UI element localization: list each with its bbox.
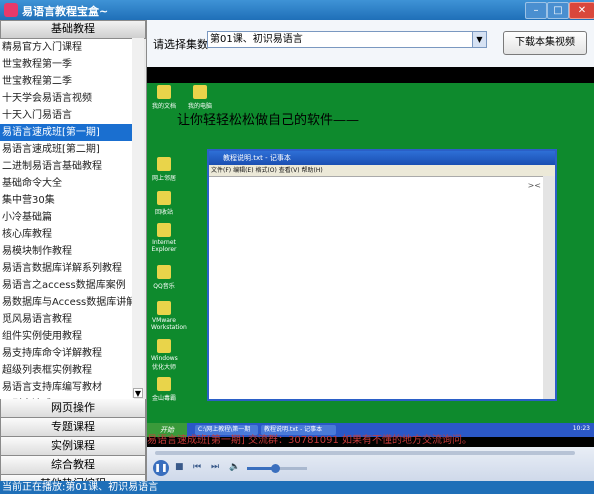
vm-icon (157, 301, 171, 315)
course-list-item[interactable]: 精易官方入门课程 (0, 39, 134, 56)
desktop-icon: VMware Workstation (151, 301, 187, 331)
course-sidebar: 基础教程 精易官方入门课程 世宝教程第一季 世宝教程第二季 十天学会易语言视频 十天入门… (0, 20, 147, 494)
video-slogan: 让你轻轻松松做自己的软件—— (177, 113, 360, 128)
close-icon: >< (527, 181, 541, 190)
episode-toolbar: 请选择集数 第01课、初识易语言 ▼ 下载本集视频 (147, 20, 594, 67)
course-list-item[interactable]: 易语言速成班[第一期] (0, 124, 134, 141)
course-list-item[interactable]: 易数据库与Access数据库讲解课程 (0, 294, 134, 311)
course-list-item[interactable]: 易支持库命令详解教程 (0, 345, 134, 362)
download-episode-button[interactable]: 下载本集视频 (503, 31, 587, 55)
course-list-item[interactable]: 核心库教程 (0, 226, 134, 243)
course-list-scrollbar[interactable]: ▼ (132, 38, 144, 398)
music-icon (157, 265, 171, 279)
volume-knob[interactable] (271, 464, 280, 473)
course-list-item[interactable]: 正则表达式 (0, 396, 134, 399)
close-button[interactable]: ✕ (569, 2, 594, 19)
course-list-item[interactable]: 基础命令大全 (0, 175, 134, 192)
notepad-body (209, 176, 543, 399)
window-title: 易语言教程宝盒~ (22, 5, 109, 18)
volume-slider[interactable] (247, 464, 307, 473)
course-list-item[interactable]: 易模块制作教程 (0, 243, 134, 260)
course-list-item[interactable]: 易语言数据库详解系列教程 (0, 260, 134, 277)
category-header-basic[interactable]: 基础教程 (0, 20, 146, 39)
computer-icon (193, 85, 207, 99)
recycle-bin-icon (157, 191, 171, 205)
scroll-down-icon[interactable]: ▼ (133, 388, 143, 398)
category-comprehensive[interactable]: 综合教程 (0, 456, 146, 475)
category-special[interactable]: 专题课程 (0, 418, 146, 437)
player-controls: ❚❚ ■ ⏮ ⏭ 🔈 (147, 447, 594, 481)
category-web[interactable]: 网页操作 (0, 399, 146, 418)
course-list-item[interactable]: 世宝教程第一季 (0, 56, 134, 73)
play-pause-button[interactable]: ❚❚ (153, 460, 169, 476)
seek-bar[interactable] (155, 451, 575, 455)
desktop-icon: 我的文档 (151, 85, 177, 110)
notepad-menu: 文件(F) 编辑(E) 格式(O) 查看(V) 帮助(H) (209, 165, 555, 176)
minimize-button[interactable]: – (525, 2, 547, 19)
episode-select-label: 请选择集数 (153, 38, 208, 51)
title-bar: 易语言教程宝盒~ – □ ✕ (0, 0, 594, 20)
notepad-scrollbar (543, 176, 555, 399)
course-list-item[interactable]: 组件实例使用教程 (0, 328, 134, 345)
folder-icon (157, 85, 171, 99)
course-list-item[interactable]: 十天学会易语言视频 (0, 90, 134, 107)
restore-button[interactable]: □ (547, 2, 569, 19)
category-examples[interactable]: 实例课程 (0, 437, 146, 456)
browser-icon (157, 223, 171, 237)
desktop-icon: 金山毒霸 (151, 377, 177, 402)
desktop-icon: 网上邻居 (151, 157, 177, 182)
status-bar: 当前正在播放:第01课、初识易语言 (0, 481, 594, 494)
optimizer-icon (157, 339, 171, 353)
desktop-icon: 我的电脑 (187, 85, 213, 110)
course-list-item[interactable]: 易语言速成班[第二期] (0, 141, 134, 158)
volume-fill (247, 467, 274, 470)
next-icon[interactable]: ⏭ (211, 462, 219, 472)
volume-icon[interactable]: 🔈 (229, 462, 240, 472)
network-icon (157, 157, 171, 171)
stop-icon[interactable]: ■ (175, 462, 184, 472)
desktop-icon: Internet Explorer (151, 223, 177, 253)
course-list-item[interactable]: 十天入门易语言 (0, 107, 134, 124)
course-list-item[interactable]: 二进制易语言基础教程 (0, 158, 134, 175)
course-list-item[interactable]: 超级列表框实例教程 (0, 362, 134, 379)
course-list-item[interactable]: 易语言之access数据库案例 (0, 277, 134, 294)
chevron-down-icon[interactable]: ▼ (472, 32, 486, 47)
prev-icon[interactable]: ⏮ (193, 462, 201, 472)
course-list-item[interactable]: 集中营30集 (0, 192, 134, 209)
course-list: 精易官方入门课程 世宝教程第一季 世宝教程第二季 十天学会易语言视频 十天入门易语言 易语… (0, 39, 146, 399)
antivirus-icon (157, 377, 171, 391)
episode-select-value: 第01课、初识易语言 (210, 34, 303, 45)
video-subtitle: 易语言速成班[第一期] 交流群：30781091 如果有不懂的地方交流询问。 (147, 435, 473, 446)
video-player[interactable]: 让你轻轻松松做自己的软件—— 我的文档 我的电脑 网上邻居 回收站 Intern… (147, 67, 594, 447)
course-list-item[interactable]: 世宝教程第二季 (0, 73, 134, 90)
notepad-window: 教程说明.txt - 记事本 文件(F) 编辑(E) 格式(O) 查看(V) 帮… (207, 149, 557, 401)
desktop-icon: Windows优化大师 (151, 339, 178, 371)
course-list-item[interactable]: 小冷基础篇 (0, 209, 134, 226)
desktop-icon: 回收站 (151, 191, 177, 216)
notepad-title: 教程说明.txt - 记事本 (209, 151, 555, 165)
course-list-item[interactable]: 易语言支持库编写教材 (0, 379, 134, 396)
course-list-item[interactable]: 觅风易语言教程 (0, 311, 134, 328)
episode-select[interactable]: 第01课、初识易语言 ▼ (207, 31, 487, 48)
video-frame: 让你轻轻松松做自己的软件—— 我的文档 我的电脑 网上邻居 回收站 Intern… (147, 83, 594, 437)
desktop-icon: QQ音乐 (151, 265, 177, 290)
app-icon (4, 3, 18, 17)
